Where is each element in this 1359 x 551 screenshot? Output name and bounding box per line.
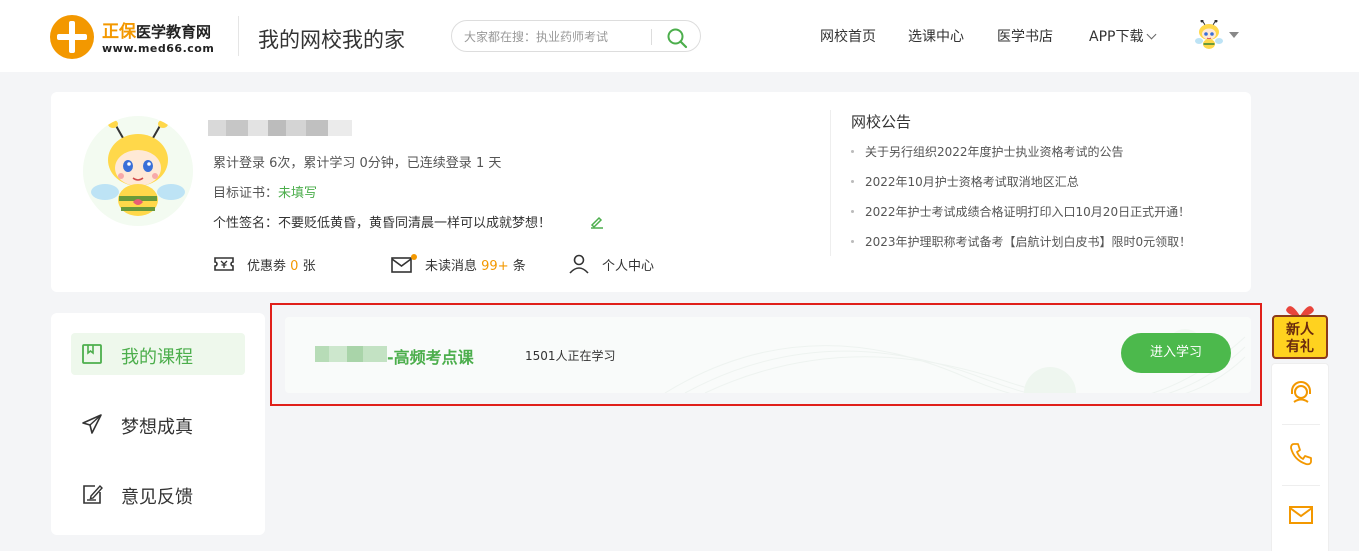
float-contact-panel <box>1271 363 1329 551</box>
notice-item[interactable]: 2022年护士考试成绩合格证明打印入口10月20日正式开通！ <box>851 203 1190 220</box>
username-blurred <box>208 120 352 136</box>
coupon-count: 0 <box>290 259 299 274</box>
search-box <box>451 20 701 52</box>
search-divider <box>651 29 652 45</box>
target-value-link[interactable]: 未填写 <box>278 186 317 201</box>
course-title[interactable]: -高频考点课 <box>387 344 474 368</box>
course-learner-count: 1501人正在学习 <box>525 349 616 363</box>
feedback-edit-icon <box>83 484 103 504</box>
messages-suffix: 条 <box>512 259 526 274</box>
search-icon[interactable] <box>666 27 688 49</box>
customer-service-icon[interactable] <box>1288 380 1314 406</box>
menu-label: 意见反馈 <box>121 487 193 508</box>
target-label: 目标证书： <box>213 186 279 201</box>
mail-icon <box>391 257 412 273</box>
gift-label-line2: 有礼 <box>1286 339 1314 355</box>
menu-item-my-courses[interactable]: 我的课程 <box>71 333 245 375</box>
menu-label: 梦想成真 <box>121 417 193 438</box>
avatar-dropdown-caret-icon[interactable] <box>1229 32 1239 38</box>
user-icon <box>569 254 589 274</box>
card-divider <box>830 110 831 256</box>
personal-center-link[interactable]: 个人中心 <box>568 254 688 274</box>
ticket-icon <box>214 257 234 271</box>
messages-prefix: 未读消息 <box>425 259 478 274</box>
target-certificate: 目标证书：未填写 <box>213 182 317 201</box>
nav-home[interactable]: 网校首页 <box>820 26 876 46</box>
nav-bookstore[interactable]: 医学书店 <box>997 26 1053 46</box>
coupon-suffix: 张 <box>302 259 316 274</box>
unread-dot <box>411 254 417 260</box>
search-input[interactable] <box>464 28 644 46</box>
course-title-blurred <box>315 346 387 362</box>
coupon-link[interactable]: 优惠劵 0 张 <box>213 254 343 274</box>
notice-item[interactable]: 关于另行组织2022年度护士执业资格考试的公告 <box>851 143 1124 160</box>
notice-item[interactable]: 2022年10月护士资格考试取消地区汇总 <box>851 173 1079 190</box>
header-divider <box>238 16 239 56</box>
notice-item[interactable]: 2023年护理职称考试备考【启航计划白皮书】限时0元领取！ <box>851 233 1191 250</box>
menu-item-dream[interactable]: 梦想成真 <box>71 403 245 445</box>
side-menu: 我的课程 梦想成真 意见反馈 <box>51 313 265 535</box>
edit-pencil-icon[interactable] <box>589 213 605 229</box>
notice-title: 网校公告 <box>851 113 912 131</box>
logo-subtitle: 医学教育网 <box>136 23 212 41</box>
nav-course-center[interactable]: 选课中心 <box>908 26 964 46</box>
paper-plane-icon <box>82 414 102 434</box>
new-user-gift-badge[interactable]: 新人 有礼 <box>1270 300 1330 360</box>
login-stats: 累计登录 6次，累计学习 0分钟，已连续登录 1 天 <box>213 156 502 171</box>
mail-icon[interactable] <box>1288 502 1314 528</box>
nav-app-label: APP下载 <box>1089 29 1144 45</box>
phone-icon[interactable] <box>1288 441 1314 467</box>
messages-count: 99+ <box>481 259 509 274</box>
profile-card: 累计登录 6次，累计学习 0分钟，已连续登录 1 天 目标证书：未填写 个性签名… <box>51 92 1251 292</box>
top-header: 正保医学教育网 www.med66.com 我的网校我的家 网校首页 选课中心 … <box>0 0 1359 72</box>
messages-link[interactable]: 未读消息 99+ 条 <box>391 254 551 274</box>
course-card[interactable]: -高频考点课 1501人正在学习 进入学习 <box>285 317 1251 393</box>
chevron-down-icon <box>1147 29 1157 40</box>
signature: 个性签名：不要贬低黄昏，黄昏同清晨一样可以成就梦想！ <box>213 216 552 231</box>
menu-label: 我的课程 <box>121 347 193 368</box>
logo-mark-icon <box>50 15 94 59</box>
menu-item-feedback[interactable]: 意见反馈 <box>71 473 245 515</box>
bee-avatar-icon[interactable] <box>1195 20 1223 50</box>
float-divider <box>1282 485 1320 486</box>
page-slogan: 我的网校我的家 <box>258 28 405 52</box>
logo-url: www.med66.com <box>102 42 215 55</box>
logo-brand: 正保 <box>102 22 136 42</box>
user-avatar[interactable] <box>83 116 193 226</box>
personal-center-label: 个人中心 <box>602 259 655 274</box>
float-divider <box>1282 424 1320 425</box>
site-logo[interactable]: 正保医学教育网 www.med66.com <box>50 13 225 59</box>
course-book-icon <box>82 344 102 364</box>
nav-app-download[interactable]: APP下载 <box>1089 26 1157 46</box>
coupon-prefix: 优惠劵 <box>247 259 287 274</box>
enter-study-button[interactable]: 进入学习 <box>1121 333 1231 373</box>
